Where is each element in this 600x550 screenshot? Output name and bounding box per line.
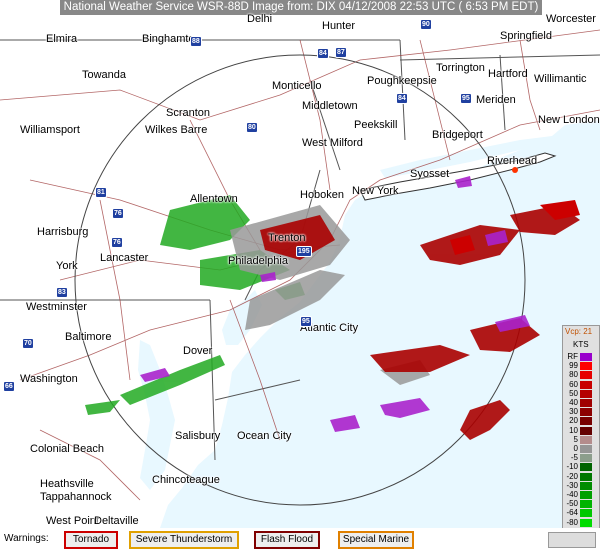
place-dover: Dover: [183, 345, 213, 357]
place-williamsport: Williamsport: [20, 124, 80, 136]
place-riverhead: Riverhead: [487, 155, 538, 167]
tornado-warning-button[interactable]: Tornado: [64, 531, 118, 549]
place-tappahannock: Tappahannock: [40, 491, 112, 503]
velocity-legend: Vcp: 21 KTS RF 99 80 60 50 40 30 20 10 5 0 -5 -10 -20…: [562, 325, 600, 545]
place-middletown: Middletown: [302, 100, 358, 112]
place-lancaster: Lancaster: [100, 252, 149, 264]
legend-swatch: [580, 380, 592, 389]
place-scranton: Scranton: [166, 107, 211, 119]
place-salisbury: Salisbury: [175, 430, 221, 442]
shield-70: 70: [22, 338, 34, 349]
image-header: National Weather Service WSR-88D Image f…: [60, 0, 542, 15]
radar-frame: National Weather Service WSR-88D Image f…: [0, 0, 600, 550]
place-baltimore: Baltimore: [65, 331, 112, 343]
place-hoboken: Hoboken: [300, 189, 345, 201]
place-allentown: Allentown: [190, 193, 238, 205]
place-west-milford: West Milford: [302, 137, 363, 149]
legend-swatch: [580, 371, 592, 380]
legend-swatch: [580, 426, 592, 435]
info-image[interactable]: [548, 532, 596, 548]
place-wilkes-barre: Wilkes Barre: [145, 124, 208, 136]
legend-swatch: [580, 472, 592, 481]
legend-swatch: [580, 389, 592, 398]
place-west-point: West Point: [46, 515, 99, 527]
place-delhi: Delhi: [247, 13, 273, 25]
warnings-label: Warnings:: [4, 533, 49, 544]
legend-swatch: [580, 362, 592, 371]
shield-83: 83: [56, 287, 68, 298]
shield-84: 84: [317, 48, 329, 59]
place-springfield: Springfield: [500, 30, 552, 42]
place-hunter: Hunter: [322, 20, 356, 32]
place-syosset: Syosset: [410, 168, 450, 180]
place-trenton: Trenton: [268, 232, 306, 244]
place-harrisburg: Harrisburg: [37, 226, 89, 238]
shield-95b: 95: [460, 93, 472, 104]
legend-swatch: [580, 518, 592, 527]
legend-swatch: [580, 491, 592, 499]
place-torrington: Torrington: [436, 62, 485, 74]
legend-swatch: [580, 353, 592, 361]
shield-95: 95: [300, 316, 312, 327]
place-elmira: Elmira: [46, 33, 78, 45]
place-westminster: Westminster: [26, 301, 87, 313]
units-label: KTS: [573, 340, 589, 349]
vcp-label: Vcp: 21: [565, 327, 593, 336]
shield-195: 195: [296, 246, 312, 257]
place-new-york: New York: [352, 185, 399, 197]
place-ocean-city: Ocean City: [237, 430, 292, 442]
legend-swatch: [580, 463, 592, 472]
shield-90: 90: [420, 19, 432, 30]
place-colonial-beach: Colonial Beach: [30, 443, 104, 455]
shield-87: 87: [335, 47, 347, 58]
legend-swatch: [580, 417, 592, 426]
place-philadelphia: Philadelphia: [228, 255, 288, 267]
place-hartford: Hartford: [488, 68, 528, 80]
place-towanda: Towanda: [82, 69, 127, 81]
flash-flood-warning-button[interactable]: Flash Flood: [254, 531, 320, 549]
shield-80: 80: [246, 122, 258, 133]
legend-swatch: [580, 399, 592, 407]
special-marine-warning-button[interactable]: Special Marine: [338, 531, 414, 549]
severe-thunderstorm-warning-button[interactable]: Severe Thunderstorm: [129, 531, 239, 549]
legend-swatch: [580, 445, 592, 453]
shield-66: 66: [3, 381, 15, 392]
place-deltaville: Deltaville: [94, 515, 139, 527]
shield-88: 88: [190, 36, 202, 47]
legend-swatch: [580, 509, 592, 518]
place-poughkeepsie: Poughkeepsie: [367, 75, 437, 87]
place-meriden: Meriden: [476, 94, 516, 106]
shield-76b: 76: [111, 237, 123, 248]
warnings-bar: Warnings: Tornado Severe Thunderstorm Fl…: [0, 528, 600, 550]
place-york: York: [56, 260, 78, 272]
place-heathsville: Heathsville: [40, 478, 94, 490]
place-washington: Washington: [20, 373, 78, 385]
tornado-marker: [512, 167, 518, 173]
place-new-london: New London: [538, 114, 600, 126]
shield-84b: 84: [396, 93, 408, 104]
place-peekskill: Peekskill: [354, 119, 398, 131]
legend-swatch: [580, 408, 592, 417]
place-chincoteague: Chincoteague: [152, 474, 220, 486]
legend-swatch: [580, 454, 592, 463]
place-willimantic: Willimantic: [534, 73, 587, 85]
legend-swatch: [580, 435, 592, 444]
shield-81: 81: [95, 187, 107, 198]
legend-swatch: [580, 500, 592, 509]
place-worcester: Worcester: [546, 13, 596, 25]
place-monticello: Monticello: [272, 80, 322, 92]
place-bridgeport: Bridgeport: [432, 129, 483, 141]
shield-76: 76: [112, 208, 124, 219]
legend-swatch: [580, 481, 592, 490]
